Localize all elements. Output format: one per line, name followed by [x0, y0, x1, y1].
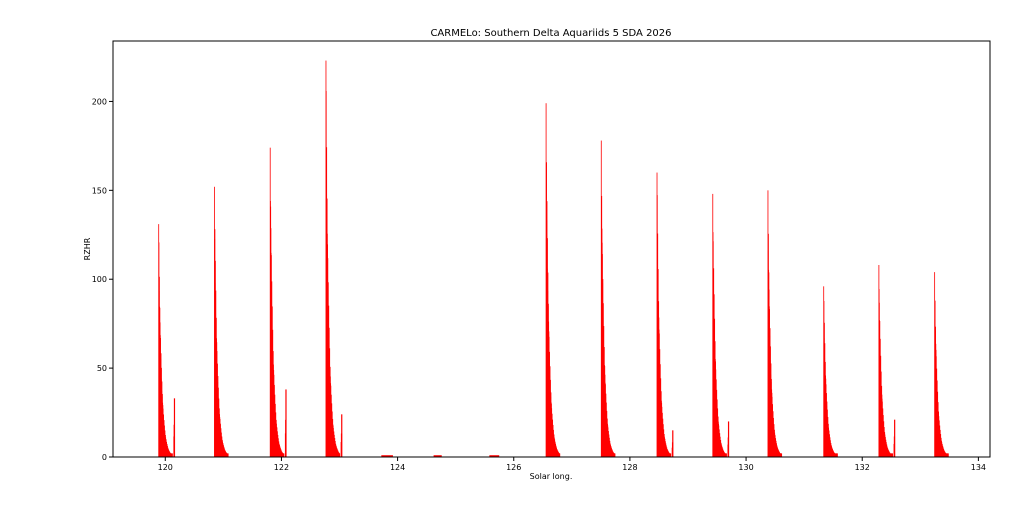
bar: [173, 398, 176, 457]
bar: [172, 453, 173, 457]
chart-title: CARMELo: Southern Delta Aquariids 5 SDA …: [430, 28, 671, 39]
x-tick-label: 128: [622, 463, 637, 472]
bar: [285, 389, 287, 457]
y-axis-ticks: 0 50 100 150 200: [92, 97, 113, 462]
x-tick-label: 122: [274, 463, 289, 472]
bar: [894, 419, 896, 457]
bar: [614, 453, 616, 457]
bar: [670, 453, 672, 457]
bar: [781, 453, 783, 457]
bar: [947, 453, 949, 457]
bar: [726, 453, 727, 457]
x-axis-ticks: 120 122 124 126 128 130 132 134: [158, 457, 986, 472]
y-axis-label: RZHR: [83, 237, 92, 260]
bar: [727, 421, 730, 457]
x-tick-label: 124: [390, 463, 405, 472]
chart-figure: CARMELo: Southern Delta Aquariids 5 SDA …: [0, 0, 1024, 520]
bar: [227, 453, 229, 457]
x-axis-label: Solar long.: [530, 472, 573, 481]
x-tick-label: 134: [971, 463, 986, 472]
bar: [559, 453, 561, 457]
bar: [892, 453, 893, 457]
y-tick-label: 0: [102, 453, 107, 462]
y-tick-label: 200: [92, 97, 107, 106]
bar-group: [158, 60, 949, 458]
y-tick-label: 150: [92, 186, 107, 195]
y-tick-label: 50: [97, 364, 107, 373]
x-tick-label: 126: [506, 463, 521, 472]
x-tick-label: 120: [158, 463, 173, 472]
x-tick-label: 132: [855, 463, 870, 472]
chart-svg: CARMELo: Southern Delta Aquariids 5 SDA …: [83, 28, 991, 481]
plot-frame: [112, 40, 991, 458]
bar: [341, 414, 343, 457]
y-tick-label: 100: [92, 275, 107, 284]
bar: [672, 430, 674, 457]
bar: [283, 453, 285, 457]
bar: [339, 453, 341, 457]
x-tick-label: 130: [738, 463, 753, 472]
bar: [837, 453, 838, 457]
